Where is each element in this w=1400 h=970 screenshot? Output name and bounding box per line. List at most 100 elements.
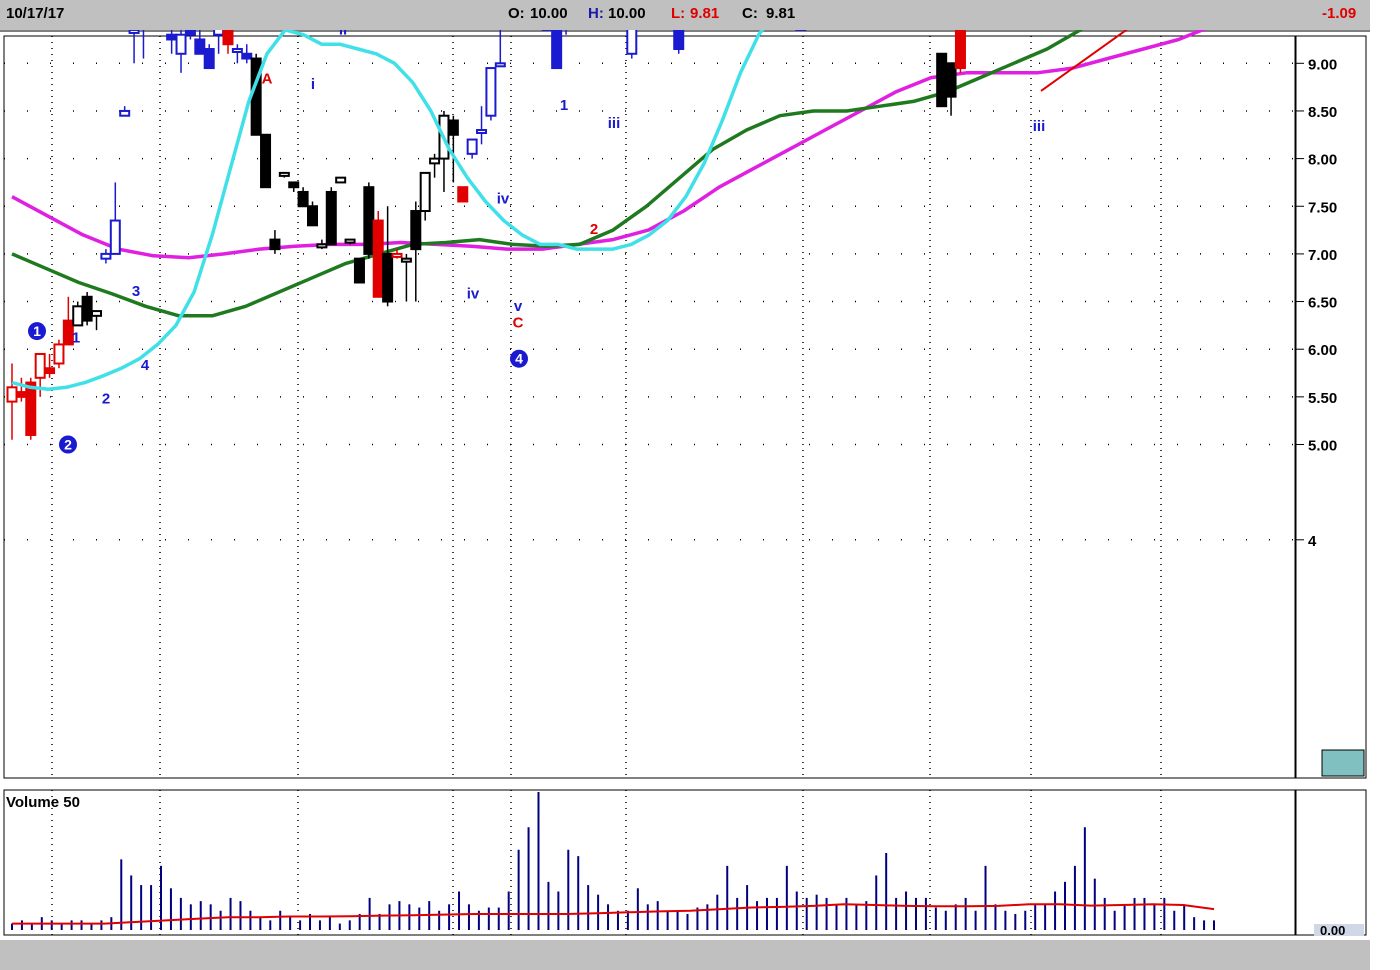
price-bar-body [476, 129, 488, 135]
price-bar-body [325, 190, 337, 246]
low-value: 9.81 [690, 5, 720, 22]
price-bar [363, 182, 375, 259]
price-bar-body [316, 243, 328, 249]
price-tick-label: 4 [1308, 533, 1317, 550]
wave-circle-label: 1 [33, 323, 41, 339]
price-bar-body [673, 30, 685, 51]
volume-label: Volume 50 [6, 794, 80, 811]
price-bar [626, 30, 638, 59]
price-bar-body [81, 295, 93, 322]
price-bar-body [335, 176, 347, 184]
volume-panel [3, 789, 1296, 936]
close-label: C: [742, 5, 758, 22]
price-panel [3, 35, 1296, 779]
price-bar-body [213, 30, 225, 36]
price-bar [53, 339, 65, 369]
price-bar-body [945, 62, 957, 98]
price-bar-body [222, 30, 234, 46]
price-bar-body [363, 186, 375, 255]
price-bar-body [6, 386, 18, 403]
wave-label: 1 [72, 330, 80, 347]
price-tick-label: 8.00 [1308, 152, 1337, 169]
wave-label: iv [497, 190, 510, 207]
price-bar [325, 187, 337, 246]
price-bar-body [297, 190, 309, 208]
price-bar [335, 176, 347, 184]
wave-label: i [311, 76, 315, 93]
price-bar [194, 30, 206, 55]
wave-label: ii [339, 30, 347, 39]
low-label: L: [671, 5, 686, 22]
price-bar-body [494, 62, 506, 68]
price-bar-body [269, 238, 281, 251]
price-bar-body [429, 157, 441, 165]
wave-label: iii [608, 115, 621, 132]
price-tick-label: 9.00 [1308, 56, 1337, 73]
price-bar [954, 30, 966, 73]
volume-axis-label: 0.00 [1320, 923, 1345, 938]
price-tick-label: 7.00 [1308, 247, 1337, 264]
price-bar-body [109, 219, 121, 255]
price-tick-label: 5.00 [1308, 438, 1337, 455]
wave-label: C [513, 314, 524, 331]
price-bar [565, 30, 567, 35]
price-tick-label: 6.00 [1308, 342, 1337, 359]
price-bar-body [419, 171, 431, 213]
price-tick-label: 6.50 [1308, 295, 1337, 312]
price-bar-body [184, 30, 196, 36]
price-bar-body [100, 252, 112, 260]
price-bar-body [203, 48, 215, 70]
price-bar-body [457, 186, 469, 203]
price-bar-body [551, 30, 563, 70]
open-label: O: [508, 5, 525, 22]
price-bar-body [72, 305, 84, 327]
price-bar [260, 133, 272, 189]
price-bar-body [278, 171, 290, 177]
price-bar-body [53, 343, 65, 365]
high-value: 10.00 [608, 5, 646, 22]
price-bar-body [485, 67, 497, 117]
price-bar-body [353, 257, 365, 284]
price-bar-body [936, 52, 948, 108]
volume-axis-panel [1295, 789, 1367, 936]
quote-header: 10/17/17 O: 10.00 H: 10.00 L: 9.81 C: 9.… [0, 0, 1370, 32]
price-bar-body [175, 33, 187, 55]
wave-label: A [262, 70, 273, 87]
close-value: 9.81 [766, 5, 796, 22]
price-bar-body [260, 133, 272, 189]
wave-label: 4 [141, 357, 150, 374]
wave-label: 3 [132, 283, 140, 300]
price-bar [936, 52, 948, 108]
price-bar-body [447, 119, 459, 136]
price-bar [485, 67, 497, 121]
wave-label: iii [1033, 118, 1046, 135]
price-bar-body [400, 257, 412, 263]
price-bar-body [15, 391, 27, 398]
price-bar [551, 30, 563, 70]
high-label: H: [588, 5, 604, 22]
price-bar-body [34, 352, 46, 379]
wave-label: 2 [102, 391, 110, 408]
price-bar [372, 211, 384, 298]
wave-label: 1 [560, 97, 568, 114]
price-bar-body [372, 219, 384, 298]
price-bar-body [194, 38, 206, 55]
date-axis-bar [0, 940, 1370, 970]
quote-date: 10/17/17 [6, 5, 65, 22]
price-tick-label: 5.50 [1308, 390, 1337, 407]
price-bar [81, 292, 93, 326]
wave-label: iv [467, 286, 480, 303]
price-bar-body [626, 30, 638, 55]
price-bar-body [25, 381, 37, 436]
price-bar-body [307, 205, 318, 227]
price-bar-body [91, 310, 103, 317]
wave-label: 2 [590, 221, 598, 238]
price-bar-body [954, 30, 966, 70]
price-bar-body [382, 252, 394, 303]
price-bar [457, 186, 469, 203]
price-bar-body [288, 181, 300, 189]
price-tick-label: 8.50 [1308, 104, 1337, 121]
price-bar-body [119, 109, 131, 117]
price-axis-panel [1295, 35, 1367, 779]
wave-circle-label: 4 [515, 351, 523, 367]
